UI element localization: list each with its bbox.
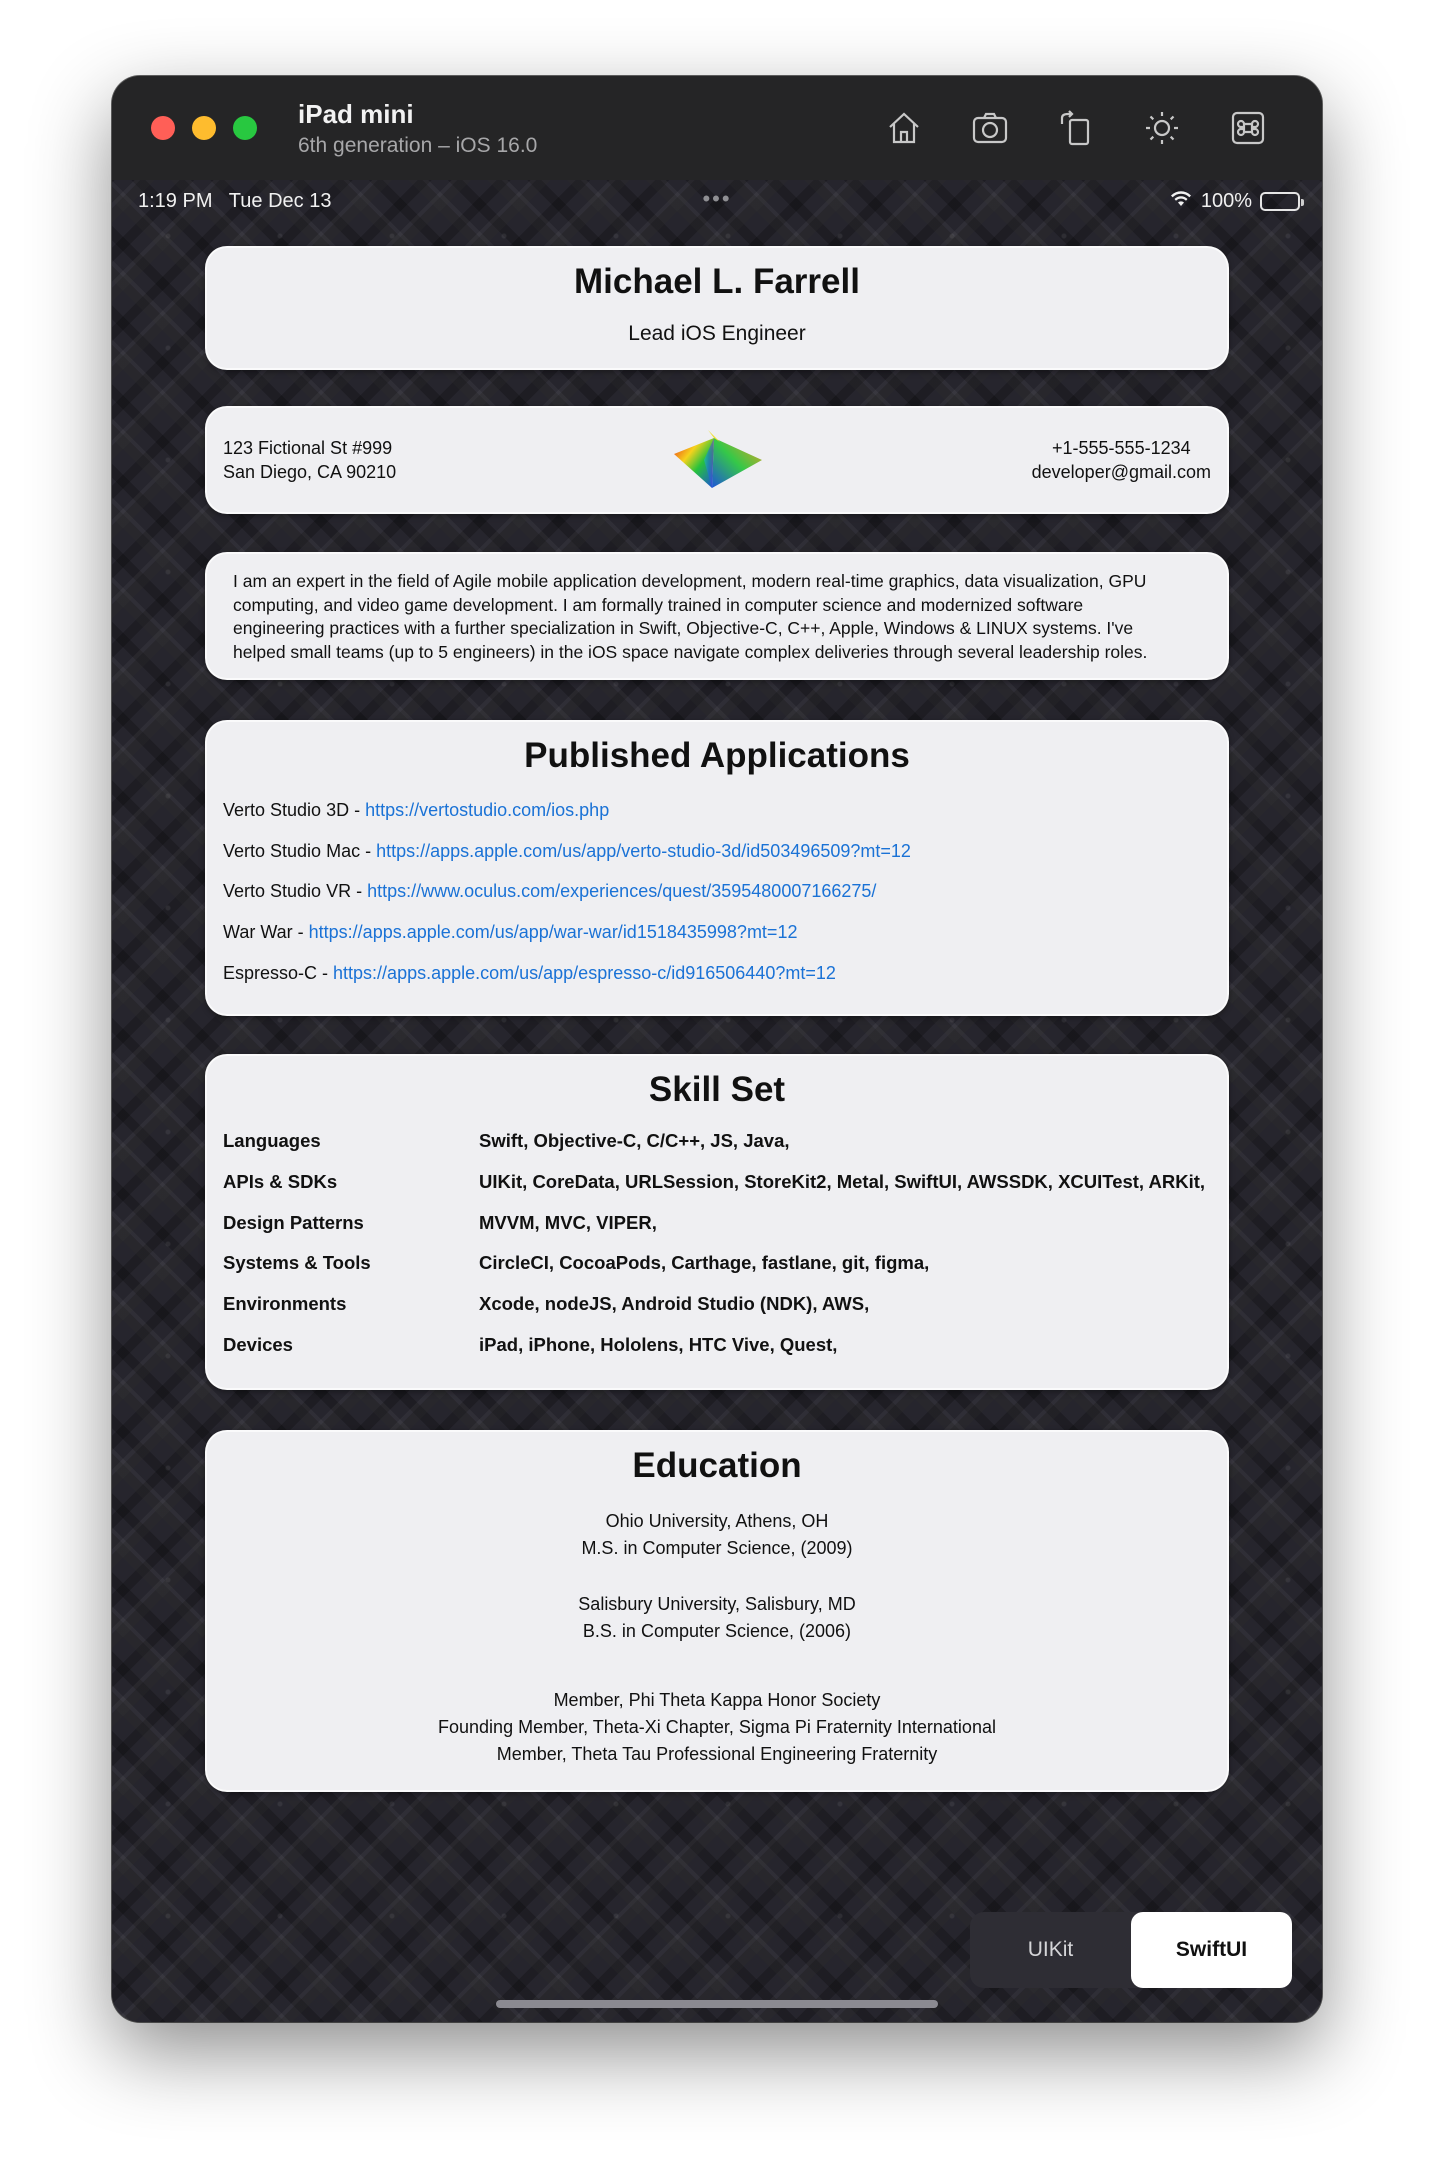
device-title-block: iPad mini 6th generation – iOS 16.0: [298, 99, 537, 158]
education-entries: Ohio University, Athens, OH M.S. in Comp…: [207, 1508, 1227, 1768]
education-card: Education Ohio University, Athens, OH M.…: [205, 1430, 1229, 1792]
framework-segmented-control: UIKit SwiftUI: [970, 1912, 1292, 1988]
skill-category: Design Patterns: [223, 1211, 364, 1233]
skills-title: Skill Set: [648, 1070, 786, 1109]
status-time-date: 1:19 PM Tue Dec 13: [138, 190, 331, 213]
logo-icon: [674, 430, 762, 488]
app-name: War War -: [223, 922, 309, 943]
device-subtitle: 6th generation – iOS 16.0: [298, 133, 538, 157]
app-item: Verto Studio 3D - https://vertostudio.co…: [223, 798, 1227, 839]
published-apps-card: Published Applications Verto Studio 3D -…: [205, 720, 1229, 1016]
honor-item: Member, Phi Theta Kappa Honor Society: [553, 1690, 881, 1710]
bio-line: helped small teams (up to 5 engineers) i…: [233, 641, 1148, 662]
honor-item: Founding Member, Theta-Xi Chapter, Sigma…: [438, 1717, 996, 1737]
phone-email-block: +1-555-555-1234 developer@gmail.com: [1032, 436, 1211, 484]
status-bar: 1:19 PM Tue Dec 13 ••• 100%: [112, 180, 1322, 226]
battery-percent: 100%: [1200, 189, 1252, 212]
wifi-icon: [1169, 188, 1193, 214]
skills-table: Languages Swift, Objective-C, C/C++, JS, …: [207, 1130, 1227, 1375]
home-indicator[interactable]: [496, 2000, 938, 2008]
app-name: Verto Studio 3D -: [223, 800, 366, 820]
phone-number: +1-555-555-1234: [1052, 438, 1191, 458]
app-item: Espresso-C - https://apps.apple.com/us/a…: [223, 961, 1227, 1002]
status-date: Tue Dec 13: [228, 190, 332, 212]
simulator-titlebar: iPad mini 6th generation – iOS 16.0: [112, 76, 1322, 180]
skill-row: Languages Swift, Objective-C, C/C++, JS, …: [223, 1130, 1227, 1171]
app-name: Verto Studio Mac -: [223, 840, 377, 861]
app-link[interactable]: https://apps.apple.com/us/app/espresso-c…: [333, 963, 836, 983]
person-role: Lead iOS Engineer: [628, 322, 806, 345]
bio-card: I am an expert in the field of Agile mob…: [205, 552, 1229, 680]
app-item: Verto Studio VR - https://www.oculus.com…: [223, 879, 1227, 920]
skill-items: CircleCI, CocoaPods, Carthage, fastlane,…: [479, 1252, 930, 1274]
degree: B.S. in Computer Science, (2006): [582, 1621, 852, 1641]
status-right: 100%: [1169, 188, 1304, 214]
app-name: Espresso-C -: [223, 962, 334, 983]
education-title: Education: [632, 1446, 802, 1485]
skill-category: Devices: [223, 1333, 293, 1355]
battery-icon: [1260, 191, 1304, 211]
close-button[interactable]: [151, 116, 175, 140]
published-apps-title: Published Applications: [524, 736, 910, 775]
multitasking-dots[interactable]: •••: [702, 186, 731, 212]
skill-row: Systems & Tools CircleCI, CocoaPods, Cart…: [223, 1252, 1227, 1293]
command-icon[interactable]: [1224, 104, 1272, 152]
app-link[interactable]: https://apps.apple.com/us/app/verto-stud…: [376, 841, 911, 861]
bio-line: engineering practices with a further spe…: [233, 618, 1134, 638]
skill-category: Languages: [223, 1130, 321, 1151]
uikit-segment[interactable]: UIKit: [970, 1912, 1131, 1988]
ipad-screen: 1:19 PM Tue Dec 13 ••• 100% Michael L. F…: [112, 180, 1322, 2022]
app-link[interactable]: https://vertostudio.com/ios.php: [365, 800, 609, 820]
window-controls: [151, 116, 257, 140]
skill-category: Systems & Tools: [223, 1252, 371, 1274]
school-name: Ohio University, Athens, OH: [605, 1511, 829, 1531]
status-time: 1:19 PM: [138, 190, 213, 212]
school-name: Salisbury University, Salisbury, MD: [578, 1594, 856, 1614]
skill-items: Xcode, nodeJS, Android Studio (NDK), AWS…: [479, 1293, 870, 1315]
degree: M.S. in Computer Science, (2009): [581, 1538, 853, 1558]
minimize-button[interactable]: [192, 116, 216, 140]
skill-items: UIKit, CoreData, URLSession, StoreKit2, …: [479, 1170, 1206, 1192]
skill-items: iPad, iPhone, Hololens, HTC Vive, Quest,: [479, 1333, 838, 1355]
app-name: Verto Studio VR -: [223, 881, 368, 902]
rotate-icon[interactable]: [1052, 104, 1100, 152]
home-icon[interactable]: [880, 104, 928, 152]
skill-items: MVVM, MVC, VIPER,: [479, 1211, 657, 1233]
simulator-window: iPad mini 6th generation – iOS 16.0 1:19…: [112, 76, 1322, 2022]
header-card: Michael L. Farrell Lead iOS Engineer: [205, 246, 1229, 370]
bio-line: I am an expert in the field of Agile mob…: [233, 571, 1147, 591]
screenshot-icon[interactable]: [966, 104, 1014, 152]
simulator-toolbar: [880, 104, 1272, 152]
address-line-1: 123 Fictional St #999: [223, 438, 393, 458]
zoom-button[interactable]: [233, 116, 257, 140]
person-name: Michael L. Farrell: [574, 262, 860, 301]
app-link[interactable]: https://apps.apple.com/us/app/war-war/id…: [309, 922, 798, 942]
skill-category: APIs & SDKs: [223, 1170, 338, 1192]
skill-row: Environments Xcode, nodeJS, Android Studi…: [223, 1293, 1227, 1334]
app-link[interactable]: https://www.oculus.com/experiences/quest…: [367, 881, 876, 901]
device-name: iPad mini: [298, 98, 414, 129]
app-list: Verto Studio 3D - https://vertostudio.co…: [207, 798, 1227, 1001]
skill-row: APIs & SDKs UIKit, CoreData, URLSession, …: [223, 1171, 1227, 1212]
app-item: War War - https://apps.apple.com/us/app/…: [223, 920, 1227, 961]
skills-card: Skill Set Languages Swift, Objective-C, C…: [205, 1054, 1229, 1390]
bio-line: computing, and video game development. I…: [233, 594, 1084, 615]
skill-row: Design Patterns MVVM, MVC, VIPER,: [223, 1212, 1227, 1253]
app-item: Verto Studio Mac - https://apps.apple.co…: [223, 839, 1227, 880]
skill-category: Environments: [223, 1293, 347, 1315]
honor-item: Member, Theta Tau Professional Engineeri…: [496, 1744, 938, 1764]
email-address: developer@gmail.com: [1031, 462, 1211, 482]
skill-row: Devices iPad, iPhone, Hololens, HTC Vive,…: [223, 1334, 1227, 1375]
swiftui-segment[interactable]: SwiftUI: [1131, 1912, 1292, 1988]
appearance-icon[interactable]: [1138, 104, 1186, 152]
skill-items: Swift, Objective-C, C/C++, JS, Java,: [479, 1130, 790, 1151]
address-block: 123 Fictional St #999 San Diego, CA 9021…: [223, 436, 396, 484]
contact-card: 123 Fictional St #999 San Diego, CA 9021…: [205, 406, 1229, 514]
address-line-2: San Diego, CA 90210: [223, 462, 397, 482]
